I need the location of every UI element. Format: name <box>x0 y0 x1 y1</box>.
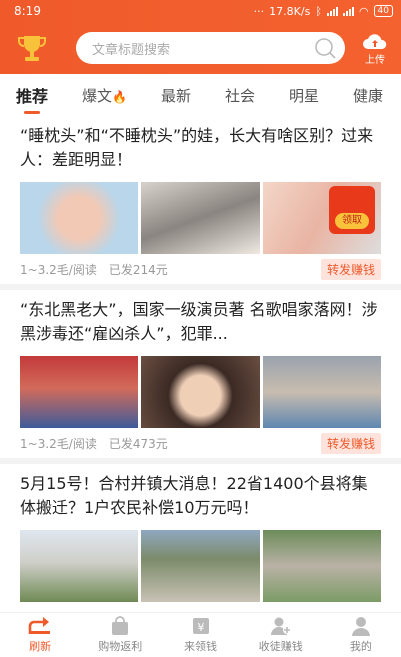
bottom-nav: 刷新 购物返利 ¥ 来领钱 收徒赚钱 我的 <box>0 612 401 657</box>
nav-shopping[interactable]: 购物返利 <box>80 613 160 657</box>
article-card[interactable]: “睡枕头”和“不睡枕头”的娃，长大有啥区别？过来人：差距明显！ 领取 1~3.2… <box>0 116 401 290</box>
network-speed: 17.8K/s <box>269 4 311 18</box>
wifi-icon: ◠ <box>358 4 369 18</box>
article-image <box>20 356 139 428</box>
tab-recommend[interactable]: 推荐 <box>16 83 48 114</box>
read-rate: 1~3.2毛/阅读 <box>20 262 97 277</box>
trophy-icon[interactable] <box>10 28 54 68</box>
nav-label: 刷新 <box>29 640 52 653</box>
tab-latest[interactable]: 最新 <box>161 85 191 106</box>
share-earn-button[interactable]: 转发赚钱 <box>320 432 381 454</box>
article-card[interactable]: 5月15号！合村并镇大消息！22省1400个县将集体搬迁？1户农民补偿10万元吗… <box>0 464 401 602</box>
search-input[interactable]: 文章标题搜索 <box>76 32 345 64</box>
article-image <box>141 182 260 254</box>
tab-health[interactable]: 健康 <box>353 85 383 106</box>
nav-recruit[interactable]: 收徒赚钱 <box>241 613 321 657</box>
article-feed: “睡枕头”和“不睡枕头”的娃，长大有啥区别？过来人：差距明显！ 领取 1~3.2… <box>0 116 401 602</box>
svg-text:¥: ¥ <box>197 621 204 634</box>
read-rate: 1~3.2毛/阅读 <box>20 436 97 451</box>
user-icon <box>351 617 370 636</box>
paid-amount: 已发214元 <box>108 262 168 277</box>
battery-icon: 40 <box>373 5 393 17</box>
category-tabs: 推荐 爆文🔥 最新 社会 明星 健康 <box>0 74 401 116</box>
upload-label: 上传 <box>365 54 385 66</box>
search-placeholder: 文章标题搜索 <box>92 42 171 58</box>
header-bar: 8:19 ··· 17.8K/s ᛒ ◠ 40 文章标题搜索 上传 <box>0 0 401 74</box>
signal-icon <box>326 6 338 16</box>
signal-2-icon <box>342 6 354 16</box>
nav-profile[interactable]: 我的 <box>321 613 401 657</box>
article-image <box>262 356 381 428</box>
nav-refresh[interactable]: 刷新 <box>0 613 80 657</box>
article-image <box>262 530 381 602</box>
refresh-icon <box>28 617 51 634</box>
status-time: 8:19 <box>14 4 41 18</box>
add-user-icon <box>270 617 291 635</box>
nav-label: 购物返利 <box>98 640 143 653</box>
status-bar: 8:19 ··· 17.8K/s ᛒ ◠ 40 <box>0 0 401 22</box>
bluetooth-icon: ᛒ <box>315 4 322 18</box>
article-card[interactable]: “东北黑老大”，国家一级演员著 名歌唱家落网！涉黑涉毒还“雇凶杀人”，犯罪...… <box>0 290 401 464</box>
article-title[interactable]: “东北黑老大”，国家一级演员著 名歌唱家落网！涉黑涉毒还“雇凶杀人”，犯罪... <box>20 298 381 350</box>
status-right: ··· 17.8K/s ᛒ ◠ 40 <box>254 5 393 18</box>
upload-button[interactable]: 上传 <box>359 31 391 66</box>
tab-hot[interactable]: 爆文🔥 <box>82 85 127 106</box>
nav-label: 来领钱 <box>184 640 217 653</box>
wallet-icon: ¥ <box>192 618 209 634</box>
tab-celebrity[interactable]: 明星 <box>289 85 319 106</box>
red-packet-label: 领取 <box>334 213 369 229</box>
article-title[interactable]: “睡枕头”和“不睡枕头”的娃，长大有啥区别？过来人：差距明显！ <box>20 124 381 176</box>
red-packet-button[interactable]: 领取 <box>328 186 375 234</box>
article-image <box>141 530 260 602</box>
cloud-upload-icon <box>363 33 387 49</box>
paid-amount: 已发473元 <box>108 436 168 451</box>
share-earn-button[interactable]: 转发赚钱 <box>320 258 381 280</box>
article-image <box>20 530 139 602</box>
shopping-bag-icon <box>112 616 129 635</box>
search-icon[interactable] <box>313 36 337 60</box>
nav-get-money[interactable]: ¥ 来领钱 <box>160 613 240 657</box>
article-image: 领取 <box>262 182 381 254</box>
tab-society[interactable]: 社会 <box>225 85 255 106</box>
nav-label: 收徒赚钱 <box>258 640 303 653</box>
nav-label: 我的 <box>349 640 372 653</box>
tab-hot-label: 爆文 <box>82 86 113 105</box>
article-image <box>20 182 139 254</box>
article-title[interactable]: 5月15号！合村并镇大消息！22省1400个县将集体搬迁？1户农民补偿10万元吗… <box>20 472 381 524</box>
flame-icon: 🔥 <box>112 89 127 104</box>
dots-icon: ··· <box>253 4 265 18</box>
article-image <box>141 356 260 428</box>
